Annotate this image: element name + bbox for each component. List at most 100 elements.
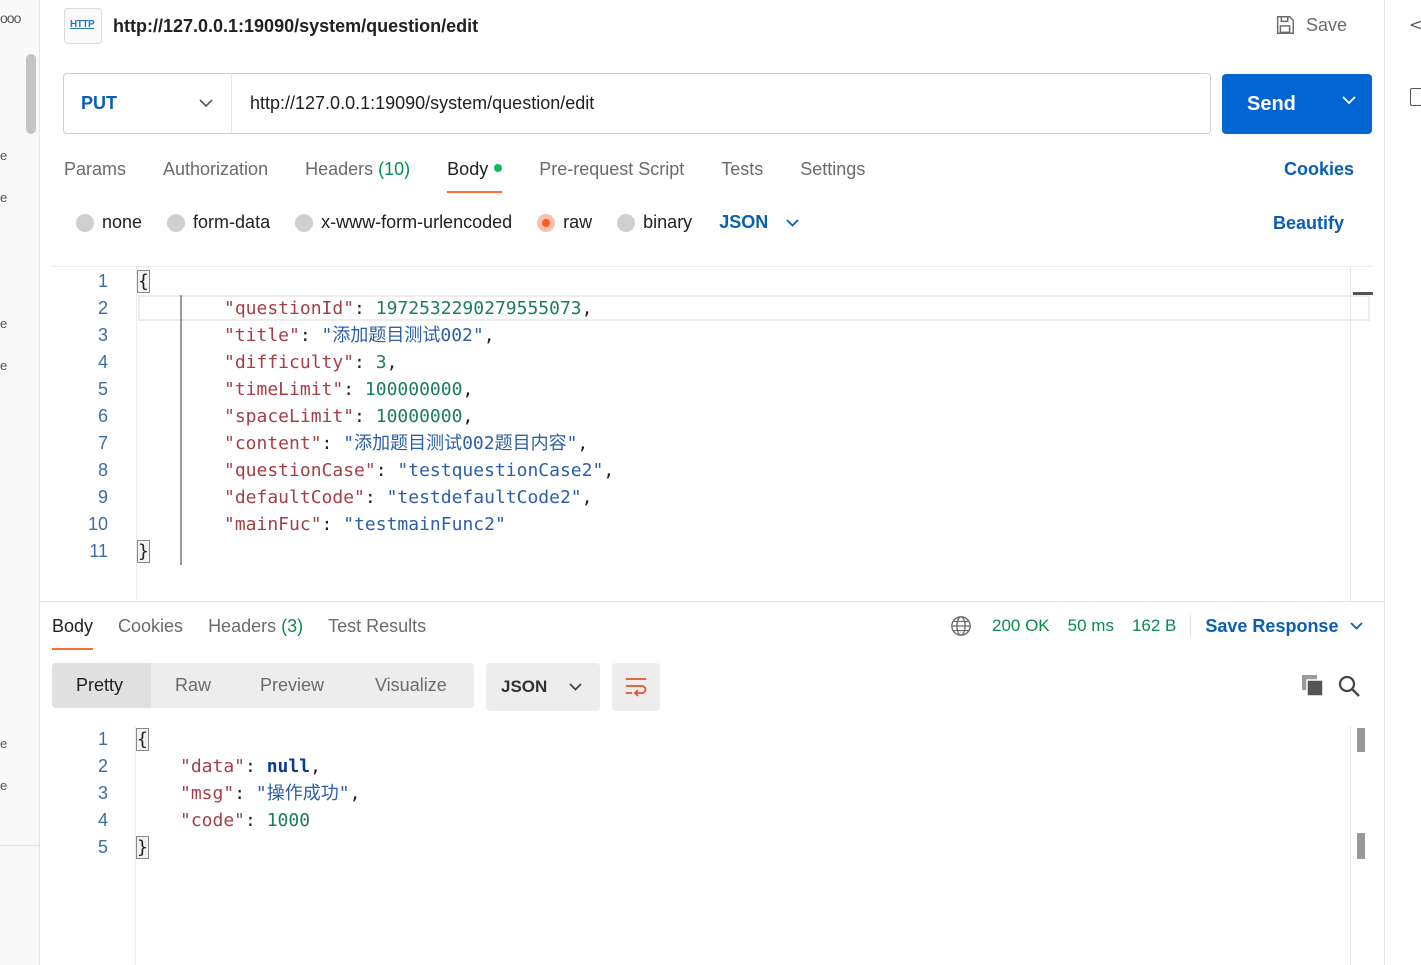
code-text: } xyxy=(136,834,149,861)
radio-circle xyxy=(76,213,94,232)
tab-settings[interactable]: Settings xyxy=(800,159,865,193)
json-comma: , xyxy=(462,379,474,400)
line-number: 2 xyxy=(97,756,108,776)
method-select[interactable]: PUT xyxy=(64,74,232,133)
code-text: } xyxy=(137,538,150,565)
radio-circle-selected xyxy=(537,213,556,232)
open-brace: { xyxy=(137,270,150,293)
code-line: 5} xyxy=(52,834,1350,861)
code-line: 9 "defaultCode": "testdefaultCode2", xyxy=(52,484,1350,511)
line-number: 4 xyxy=(97,810,108,830)
code-line: 10 "mainFuc": "testmainFunc2" xyxy=(52,511,1350,538)
line-number: 3 xyxy=(97,325,108,345)
tab-body[interactable]: Body xyxy=(447,159,503,193)
chevron-down-icon xyxy=(786,218,799,227)
response-tab-cookies[interactable]: Cookies xyxy=(118,616,183,650)
save-icon xyxy=(1276,16,1294,34)
code-text: "timeLimit": 100000000, xyxy=(224,379,474,400)
url-bar: PUT xyxy=(63,73,1211,134)
sidebar-scrollbar[interactable] xyxy=(26,54,36,134)
meta-divider xyxy=(1190,615,1192,637)
code-icon[interactable]: </ xyxy=(1409,15,1421,34)
json-key: "difficulty" xyxy=(224,352,355,373)
view-tab-visualize[interactable]: Visualize xyxy=(351,663,467,708)
json-key: "questionCase" xyxy=(224,460,376,481)
json-key: "spaceLimit" xyxy=(224,406,355,427)
tab-headers[interactable]: Headers (10) xyxy=(305,159,410,193)
save-response-label: Save Response xyxy=(1205,615,1339,636)
close-brace: } xyxy=(137,540,150,563)
format-label: JSON xyxy=(501,677,548,696)
response-time[interactable]: 50 ms xyxy=(1068,616,1114,636)
tab-params[interactable]: Params xyxy=(64,159,126,193)
copy-icon[interactable] xyxy=(1301,674,1325,698)
send-label: Send xyxy=(1247,92,1296,115)
save-response-button[interactable]: Save Response xyxy=(1205,615,1364,637)
radio-binary[interactable]: binary xyxy=(617,212,692,233)
radio-none[interactable]: none xyxy=(76,212,142,233)
cookies-link[interactable]: Cookies xyxy=(1284,159,1354,180)
radio-label: binary xyxy=(643,212,693,232)
json-key: "mainFuc" xyxy=(224,514,322,535)
response-tab-body[interactable]: Body xyxy=(52,616,94,650)
left-sidebar: ooo e e e e e e xyxy=(0,0,40,965)
code-line: 3 "title": "添加题目测试002", xyxy=(52,322,1350,349)
response-size[interactable]: 162 B xyxy=(1132,616,1176,636)
scroll-thumb[interactable] xyxy=(1357,728,1365,752)
json-value: "添加题目测试002题目内容" xyxy=(343,433,578,454)
response-tab-headers[interactable]: Headers (3) xyxy=(208,616,303,650)
editor-scrollbar[interactable] xyxy=(1350,267,1373,601)
line-number: 5 xyxy=(97,837,108,857)
request-body-editor[interactable]: 1{2 "questionId": 1972532290279555073, 3 "t… xyxy=(52,266,1373,601)
chevron-down-icon xyxy=(1350,622,1364,630)
json-comma: , xyxy=(483,325,495,346)
globe-icon[interactable] xyxy=(950,615,972,637)
pane-divider[interactable] xyxy=(40,601,1384,602)
code-text: "questionId": 1972532290279555073, xyxy=(224,298,593,319)
json-value: null xyxy=(266,756,311,777)
sidebar-text-fragment: e xyxy=(0,190,8,205)
response-format-select[interactable]: JSON xyxy=(486,663,600,711)
search-icon[interactable] xyxy=(1337,674,1361,698)
json-comma: , xyxy=(581,298,593,319)
view-tab-raw[interactable]: Raw xyxy=(151,663,235,708)
send-button[interactable]: Send xyxy=(1222,74,1372,134)
save-button[interactable]: Save xyxy=(1274,14,1347,36)
json-comma: , xyxy=(349,783,361,804)
json-key: "title" xyxy=(224,325,300,346)
response-tab-test-results[interactable]: Test Results xyxy=(328,616,426,650)
view-tab-pretty[interactable]: Pretty xyxy=(52,663,151,708)
more-dots-icon[interactable]: ooo xyxy=(0,10,21,26)
radio-label: x-www-form-urlencoded xyxy=(321,212,513,232)
response-body-viewer[interactable]: 1{2 "data": null, 3 "msg": "操作成功", 4 "code": … xyxy=(52,726,1372,965)
json-value: "testmainFunc2" xyxy=(343,514,506,535)
language-select[interactable]: JSON xyxy=(719,212,799,233)
radio-urlencoded[interactable]: x-www-form-urlencoded xyxy=(295,212,512,233)
document-icon[interactable] xyxy=(1410,88,1421,106)
tab-prerequest-script[interactable]: Pre-request Script xyxy=(539,159,684,193)
response-scrollbar[interactable] xyxy=(1350,726,1372,965)
radio-label: raw xyxy=(563,212,593,232)
tab-authorization[interactable]: Authorization xyxy=(163,159,268,193)
wrap-lines-button[interactable] xyxy=(612,663,660,711)
json-value: "testquestionCase2" xyxy=(397,460,604,481)
method-label: PUT xyxy=(81,93,117,113)
radio-raw[interactable]: raw xyxy=(537,212,592,233)
request-title[interactable]: http://127.0.0.1:19090/system/question/e… xyxy=(113,16,478,37)
view-tab-preview[interactable]: Preview xyxy=(235,663,351,708)
url-input[interactable] xyxy=(232,74,1210,133)
radio-form-data[interactable]: form-data xyxy=(167,212,270,233)
chevron-down-icon[interactable] xyxy=(1342,96,1356,105)
tab-tests[interactable]: Tests xyxy=(721,159,763,193)
line-number: 8 xyxy=(97,460,108,480)
beautify-link[interactable]: Beautify xyxy=(1273,213,1344,234)
headers-count: (10) xyxy=(378,159,411,179)
sidebar-text-fragment: e xyxy=(0,778,8,793)
code-text: "defaultCode": "testdefaultCode2", xyxy=(224,487,593,508)
json-key: "msg" xyxy=(180,783,235,804)
sidebar-text-fragment: e xyxy=(0,316,8,331)
radio-label: form-data xyxy=(193,212,271,232)
status-code[interactable]: 200 OK xyxy=(992,616,1050,636)
radio-label: none xyxy=(102,212,143,232)
json-key: "code" xyxy=(180,810,246,831)
